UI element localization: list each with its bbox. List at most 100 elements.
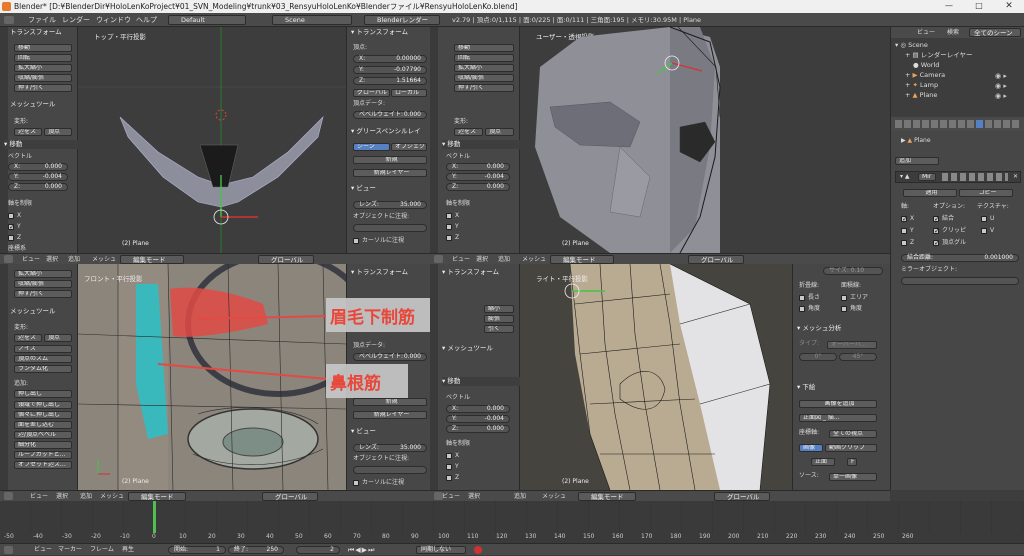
layout-select[interactable]: Default (168, 15, 246, 25)
gp-new-button[interactable]: 新規 (353, 398, 427, 406)
mirror-object-field[interactable] (901, 277, 1019, 285)
constraint-z-checkbox[interactable] (446, 475, 452, 481)
add-image-button[interactable]: 画像を追加 (799, 400, 877, 408)
size-field[interactable]: サイズ: 0.10 (823, 267, 883, 275)
constraint-y-checkbox[interactable] (446, 464, 452, 470)
bevel-weight-field[interactable]: ベベルウェイト: 0.000 (353, 111, 427, 119)
scene-select[interactable]: Scene (272, 15, 352, 25)
modifier-name-field[interactable]: Mir (918, 173, 936, 181)
operator-header[interactable]: ▾ 移動 (4, 140, 78, 149)
view-header[interactable]: ▾ ビュー (351, 427, 376, 436)
outliner-view-menu[interactable]: ビュー (917, 27, 935, 38)
vector-z-field[interactable]: Z: 0.000 (446, 425, 510, 433)
viewport-bottom-right[interactable]: ライト・平行投影 (2) Plane (520, 264, 792, 490)
apply-button[interactable]: 適用 (903, 189, 957, 197)
render-engine-select[interactable]: Blenderレンダー (364, 15, 440, 25)
vector-x-field[interactable]: X: 0.000 (8, 163, 68, 171)
movieclip-tab[interactable]: 動画クリップ (825, 444, 877, 452)
menu-frame[interactable]: フレーム (90, 544, 114, 556)
scale-button[interactable]: 拡大縮小 (14, 64, 72, 72)
transform-header[interactable]: ▾ トランスフォーム (351, 28, 408, 37)
maximize-button[interactable]: □ (964, 0, 994, 13)
vertex-slide-button[interactable]: 頂点 (44, 128, 72, 136)
extrude-button[interactable]: 押し出し (14, 390, 72, 398)
edge-slide-button[interactable]: 辺をス (14, 334, 42, 342)
outliner-item-lamp[interactable]: + ✦ Lamp (905, 80, 938, 90)
outliner-filter-select[interactable]: 全てのシーン (969, 28, 1021, 37)
gp-object-button[interactable]: オブジェクト (391, 143, 427, 151)
length-checkbox[interactable] (799, 295, 805, 301)
playback-controls-icon[interactable]: ⏮◀▶⏭ (348, 545, 375, 555)
modifier-tab-icon[interactable] (976, 120, 983, 128)
loop-cut-button[interactable]: ループカットと... (14, 451, 72, 459)
scale-button[interactable]: 拡大縮小 (454, 64, 514, 72)
constraint-z-checkbox[interactable] (446, 235, 452, 241)
subdivide-button[interactable]: 細分化 (14, 441, 72, 449)
lock-object-field[interactable] (353, 466, 427, 474)
menu-view[interactable]: ビュー (34, 544, 52, 556)
shrink-fatten-button[interactable]: 収縮/膨張 (454, 74, 514, 82)
record-icon[interactable] (474, 546, 482, 554)
editor-type-icon[interactable] (4, 492, 13, 500)
editor-type-icon[interactable] (434, 255, 443, 263)
vector-x-field[interactable]: X: 0.000 (446, 163, 510, 171)
angle2-checkbox[interactable] (841, 306, 847, 312)
constraint-x-checkbox[interactable] (446, 453, 452, 459)
mesh-tools-header[interactable]: メッシュツール (10, 307, 56, 316)
orientation-select[interactable]: グローバル (262, 492, 318, 501)
randomize-button[interactable]: ランダム化 (14, 365, 72, 373)
scale-button[interactable]: 拡大縮小 (14, 270, 72, 278)
modifier-header[interactable]: ▾ ▲ Mir ✕ (895, 171, 1021, 183)
add-modifier-select[interactable]: 追加 (895, 157, 939, 165)
edge-slide-button[interactable]: 辺をス (454, 128, 483, 136)
sync-select[interactable]: 同期しない (416, 546, 466, 554)
current-frame-indicator[interactable] (153, 501, 156, 533)
push-pull-button[interactable]: 押す/引く (454, 84, 514, 92)
bevel-button[interactable]: 辺/頂点ベベル (14, 431, 72, 439)
max-angle-field[interactable]: 45° (839, 353, 877, 361)
mirror-y-checkbox[interactable] (901, 228, 907, 234)
vertex-x-field[interactable]: X: 0.00000 (353, 55, 427, 63)
gp-new-button[interactable]: 新規 (353, 156, 427, 164)
outliner-item-scene[interactable]: ▾ ◎ Scene (895, 40, 928, 50)
vector-x-field[interactable]: X: 0.000 (446, 405, 510, 413)
menu-render[interactable]: レンダー (62, 13, 90, 27)
mesh-tools-header[interactable]: メッシュツール (10, 100, 56, 109)
mirror-u-checkbox[interactable] (981, 216, 987, 222)
outliner-item-world[interactable]: ● World (913, 60, 939, 70)
min-angle-field[interactable]: 0° (799, 353, 837, 361)
vertex-slide-button[interactable]: 頂点 (485, 128, 514, 136)
transform-header[interactable]: ▾ トランスフォーム (442, 268, 499, 277)
lock-object-field[interactable] (353, 224, 427, 232)
operator-header[interactable]: ▾ 移動 (442, 140, 520, 149)
vector-z-field[interactable]: Z: 0.000 (8, 183, 68, 191)
visibility-eye-icon[interactable]: ◉ ▸ (995, 71, 1007, 81)
angle-checkbox[interactable] (799, 306, 805, 312)
fatten-button[interactable]: 膨張 (484, 315, 514, 323)
transform-header[interactable]: ▾ トランスフォーム (351, 268, 408, 277)
inset-faces-button[interactable]: 面を差し込む (14, 421, 72, 429)
background-image-header[interactable]: ▾ 下絵 (797, 383, 815, 392)
operator-header[interactable]: ▾ 移動 (442, 377, 520, 386)
viewport-bottom-left[interactable]: フロント・平行投影 (2) Plane (78, 264, 346, 490)
edge-slide-button[interactable]: 辺をス (14, 128, 42, 136)
vertex-groups-checkbox[interactable]: ✓ (933, 240, 940, 247)
smooth-vertex-button[interactable]: 頂点のスム (14, 355, 72, 363)
constraint-y-checkbox[interactable] (446, 224, 452, 230)
orientation-select[interactable]: グローバル (258, 255, 314, 264)
fake-user-button[interactable]: F (847, 458, 857, 466)
mode-select[interactable]: 編集モード (578, 492, 636, 501)
menu-help[interactable]: ヘルプ (136, 13, 157, 27)
viewport-top-right[interactable]: ユーザー・透視投影 (2) Plane (520, 27, 890, 253)
visibility-eye-icon[interactable]: ◉ ▸ (995, 81, 1007, 91)
constraint-x-checkbox[interactable] (8, 213, 14, 219)
mode-select[interactable]: 編集モード (550, 255, 614, 264)
extrude-region-button[interactable]: 領域で押し出し (14, 401, 72, 409)
source-select[interactable]: 単一画像 (829, 473, 877, 481)
mirror-z-checkbox[interactable] (901, 240, 907, 246)
translate-button[interactable]: 移動 (454, 44, 514, 52)
noise-button[interactable]: ノイズ (14, 345, 72, 353)
tool-tabs[interactable] (0, 264, 8, 490)
grease-pencil-header[interactable]: ▾ グリースペンシルレイ (351, 127, 421, 136)
orientation-select[interactable]: グローバル (714, 492, 770, 501)
